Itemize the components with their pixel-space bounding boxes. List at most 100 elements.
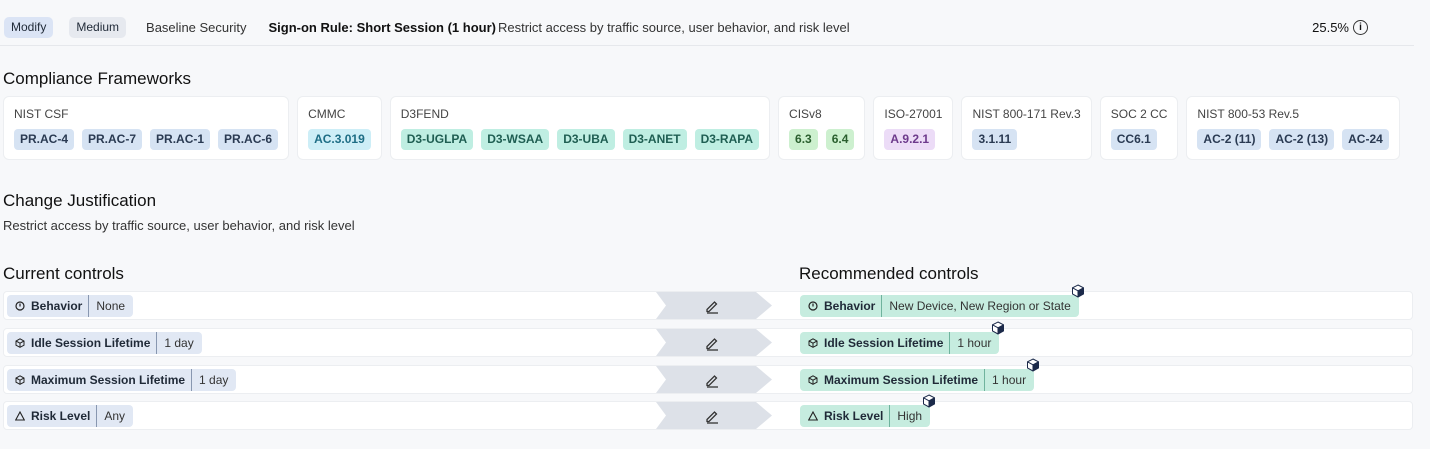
framework-card: NIST CSF PR.AC-4 PR.AC-7 PR.AC-1 PR.AC-6 [3,96,290,160]
framework-card: NIST 800-171 Rev.3 3.1.11 [961,96,1092,160]
score-display: 25.5% i [1312,20,1368,35]
cube-icon [808,338,818,348]
info-circle-icon[interactable]: i [1353,20,1368,35]
cube-badge-icon [1026,358,1040,372]
current-value: Any [104,409,126,423]
recommended-control-pill[interactable]: Idle Session Lifetime 1 hour [800,332,1000,354]
frameworks-list: NIST CSF PR.AC-4 PR.AC-7 PR.AC-1 PR.AC-6 CMMC… [3,96,1400,160]
framework-card: SOC 2 CC CC6.1 [1099,96,1179,160]
edit-pencil-icon[interactable] [704,408,720,424]
recommended-controls-title: Recommended controls [799,264,979,283]
control-label: Risk Level [824,405,891,427]
recommended-value: New Device, New Region or State [889,299,1071,313]
edit-pencil-icon[interactable] [704,298,720,314]
control-label: Maximum Session Lifetime [31,369,193,391]
framework-tags: AC.3.019 [308,129,371,150]
category-label: Baseline Security [146,20,247,35]
rule-header: Modify Medium Baseline Security Sign-on … [0,10,1414,46]
framework-card: CMMC AC.3.019 [297,96,382,160]
framework-name: NIST CSF [14,107,69,121]
framework-tag[interactable]: D3-RAPA [694,129,760,150]
current-controls-title: Current controls [3,264,124,283]
recommended-value: 1 hour [992,373,1027,387]
framework-tags: A.9.2.1 [884,129,942,150]
edit-pencil-icon[interactable] [704,335,720,351]
framework-tag[interactable]: 6.4 [825,129,855,150]
current-value: None [96,299,126,313]
cube-icon [15,375,25,385]
warning-triangle-icon [15,411,25,421]
recommended-value: 1 hour [957,336,992,350]
framework-tag[interactable]: PR.AC-6 [218,129,279,150]
control-row: Maximum Session Lifetime 1 day Maximum Ses… [3,358,1413,394]
rule-description: Restrict access by traffic source, user … [497,20,850,35]
framework-tag[interactable]: A.9.2.1 [884,129,936,150]
control-label: Behavior [31,295,90,317]
action-chip: Modify [4,17,54,38]
framework-tag[interactable]: CC6.1 [1110,129,1157,150]
framework-name: SOC 2 CC [1110,107,1168,121]
severity-chip: Medium [69,17,127,38]
framework-name: NIST 800-53 Rev.5 [1197,107,1300,121]
framework-tags: CC6.1 [1110,129,1168,150]
framework-tag[interactable]: AC-2 (11) [1197,129,1262,150]
justification-text: Restrict access by traffic source, user … [3,218,355,233]
current-control-pill[interactable]: Risk Level Any [7,405,134,427]
control-label: Maximum Session Lifetime [824,369,986,391]
behavior-icon [15,301,25,311]
recommended-control-pill[interactable]: Maximum Session Lifetime 1 hour [800,369,1035,391]
framework-card: D3FEND D3-UGLPA D3-WSAA D3-UBA D3-ANET D3-RAP… [389,96,771,160]
control-row: Behavior None Behavior New Device, New Regi… [3,284,1413,320]
framework-name: CMMC [308,107,346,121]
framework-card: ISO-27001 A.9.2.1 [873,96,954,160]
recommended-control-pill[interactable]: Behavior New Device, New Region or State [800,295,1079,317]
cube-badge-icon [991,321,1005,335]
recommended-control-pill[interactable]: Risk Level High [800,405,931,427]
warning-triangle-icon [808,411,818,421]
control-label: Risk Level [31,405,98,427]
justification-title: Change Justification [3,191,157,210]
framework-tag[interactable]: D3-WSAA [481,129,550,150]
cube-icon [808,375,818,385]
control-row: Idle Session Lifetime 1 day Idle Session L… [3,321,1413,357]
current-control-pill[interactable]: Idle Session Lifetime 1 day [7,332,202,354]
score-value: 25.5% [1312,20,1349,35]
framework-tag[interactable]: PR.AC-4 [14,129,75,150]
framework-tag[interactable]: AC.3.019 [308,129,371,150]
framework-tag[interactable]: D3-ANET [622,129,687,150]
cube-badge-icon [922,394,936,408]
framework-name: ISO-27001 [884,107,943,121]
framework-tags: AC-2 (11) AC-2 (13) AC-24 [1197,129,1389,150]
cube-icon [15,338,25,348]
framework-name: CISv8 [789,107,822,121]
control-label: Idle Session Lifetime [31,332,158,354]
cube-badge-icon [1071,284,1085,298]
framework-name: D3FEND [400,107,449,121]
recommended-value: High [897,409,923,423]
framework-tags: 3.1.11 [972,129,1080,150]
framework-tags: 6.3 6.4 [789,129,855,150]
behavior-icon [808,301,818,311]
framework-tag[interactable]: AC-24 [1342,129,1389,150]
framework-tag[interactable]: PR.AC-1 [150,129,211,150]
current-control-pill[interactable]: Maximum Session Lifetime 1 day [7,369,237,391]
framework-tags: D3-UGLPA D3-WSAA D3-UBA D3-ANET D3-RAPA [400,129,760,150]
current-value: 1 day [164,336,194,350]
control-row: Risk Level Any Risk Level High [3,394,1413,430]
framework-tag[interactable]: D3-UGLPA [400,129,474,150]
control-label: Idle Session Lifetime [824,332,951,354]
framework-card: CISv8 6.3 6.4 [778,96,866,160]
framework-tag[interactable]: 3.1.11 [972,129,1018,150]
framework-tag[interactable]: 6.3 [789,129,818,150]
framework-tags: PR.AC-4 PR.AC-7 PR.AC-1 PR.AC-6 [14,129,279,150]
current-control-pill[interactable]: Behavior None [7,295,134,317]
current-value: 1 day [199,373,229,387]
control-label: Behavior [824,295,883,317]
framework-name: NIST 800-171 Rev.3 [972,107,1081,121]
framework-tag[interactable]: AC-2 (13) [1269,129,1335,150]
edit-pencil-icon[interactable] [704,372,720,388]
frameworks-title: Compliance Frameworks [3,69,191,88]
rule-title: Sign-on Rule: Short Session (1 hour) [268,20,496,35]
framework-tag[interactable]: PR.AC-7 [82,129,143,150]
framework-tag[interactable]: D3-UBA [557,129,615,150]
